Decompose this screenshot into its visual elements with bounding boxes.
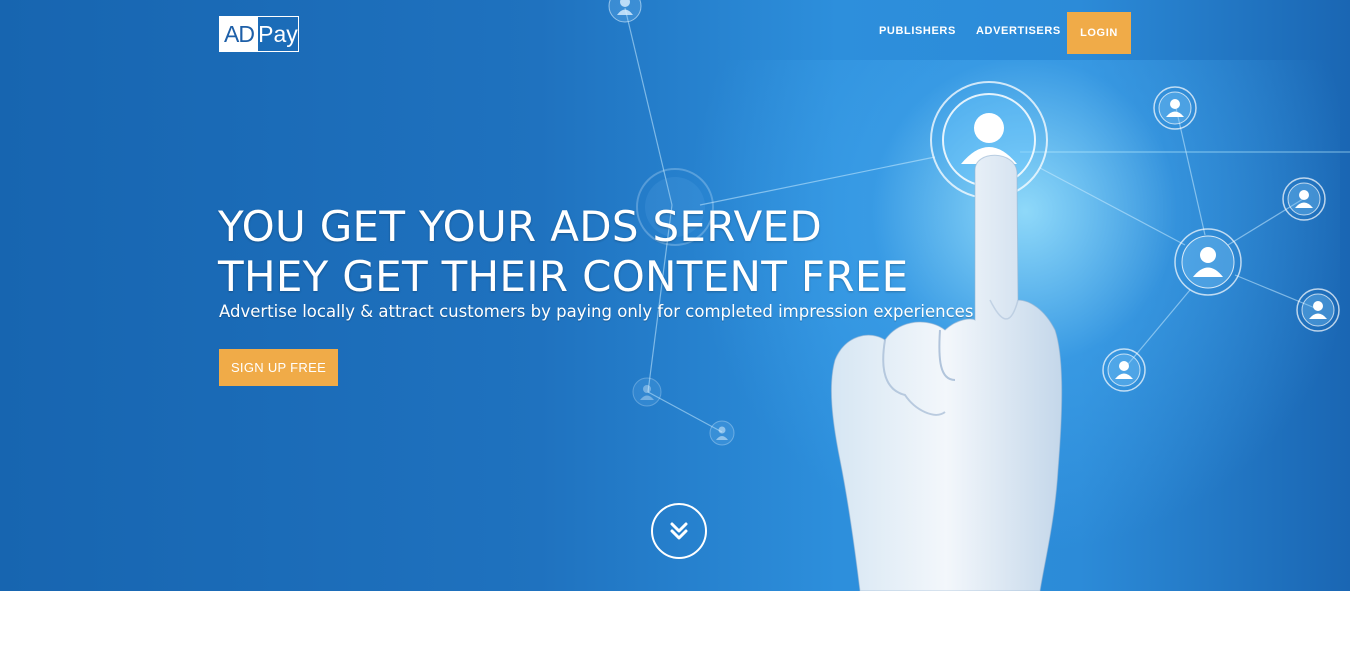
- top-navbar: AD Pay PUBLISHERS ADVERTISERS LOGIN: [0, 0, 1350, 64]
- double-chevron-down-icon: [670, 522, 688, 540]
- nav-advertisers-link[interactable]: ADVERTISERS: [976, 25, 1061, 37]
- hero-headline: YOU GET YOUR ADS SERVED THEY GET THEIR C…: [218, 202, 909, 302]
- scroll-down-button[interactable]: [651, 503, 707, 559]
- adpay-logo[interactable]: AD Pay: [219, 16, 299, 52]
- logo-ad-text: AD: [220, 17, 258, 51]
- headline-line-1: YOU GET YOUR ADS SERVED: [218, 202, 822, 251]
- sign-up-free-button[interactable]: SIGN UP FREE: [219, 349, 338, 386]
- hero-subheadline: Advertise locally & attract customers by…: [219, 302, 974, 321]
- logo-pay-text: Pay: [258, 21, 298, 47]
- nav-publishers-link[interactable]: PUBLISHERS: [879, 25, 956, 37]
- login-button[interactable]: LOGIN: [1067, 12, 1131, 54]
- headline-line-2: THEY GET THEIR CONTENT FREE: [218, 252, 909, 301]
